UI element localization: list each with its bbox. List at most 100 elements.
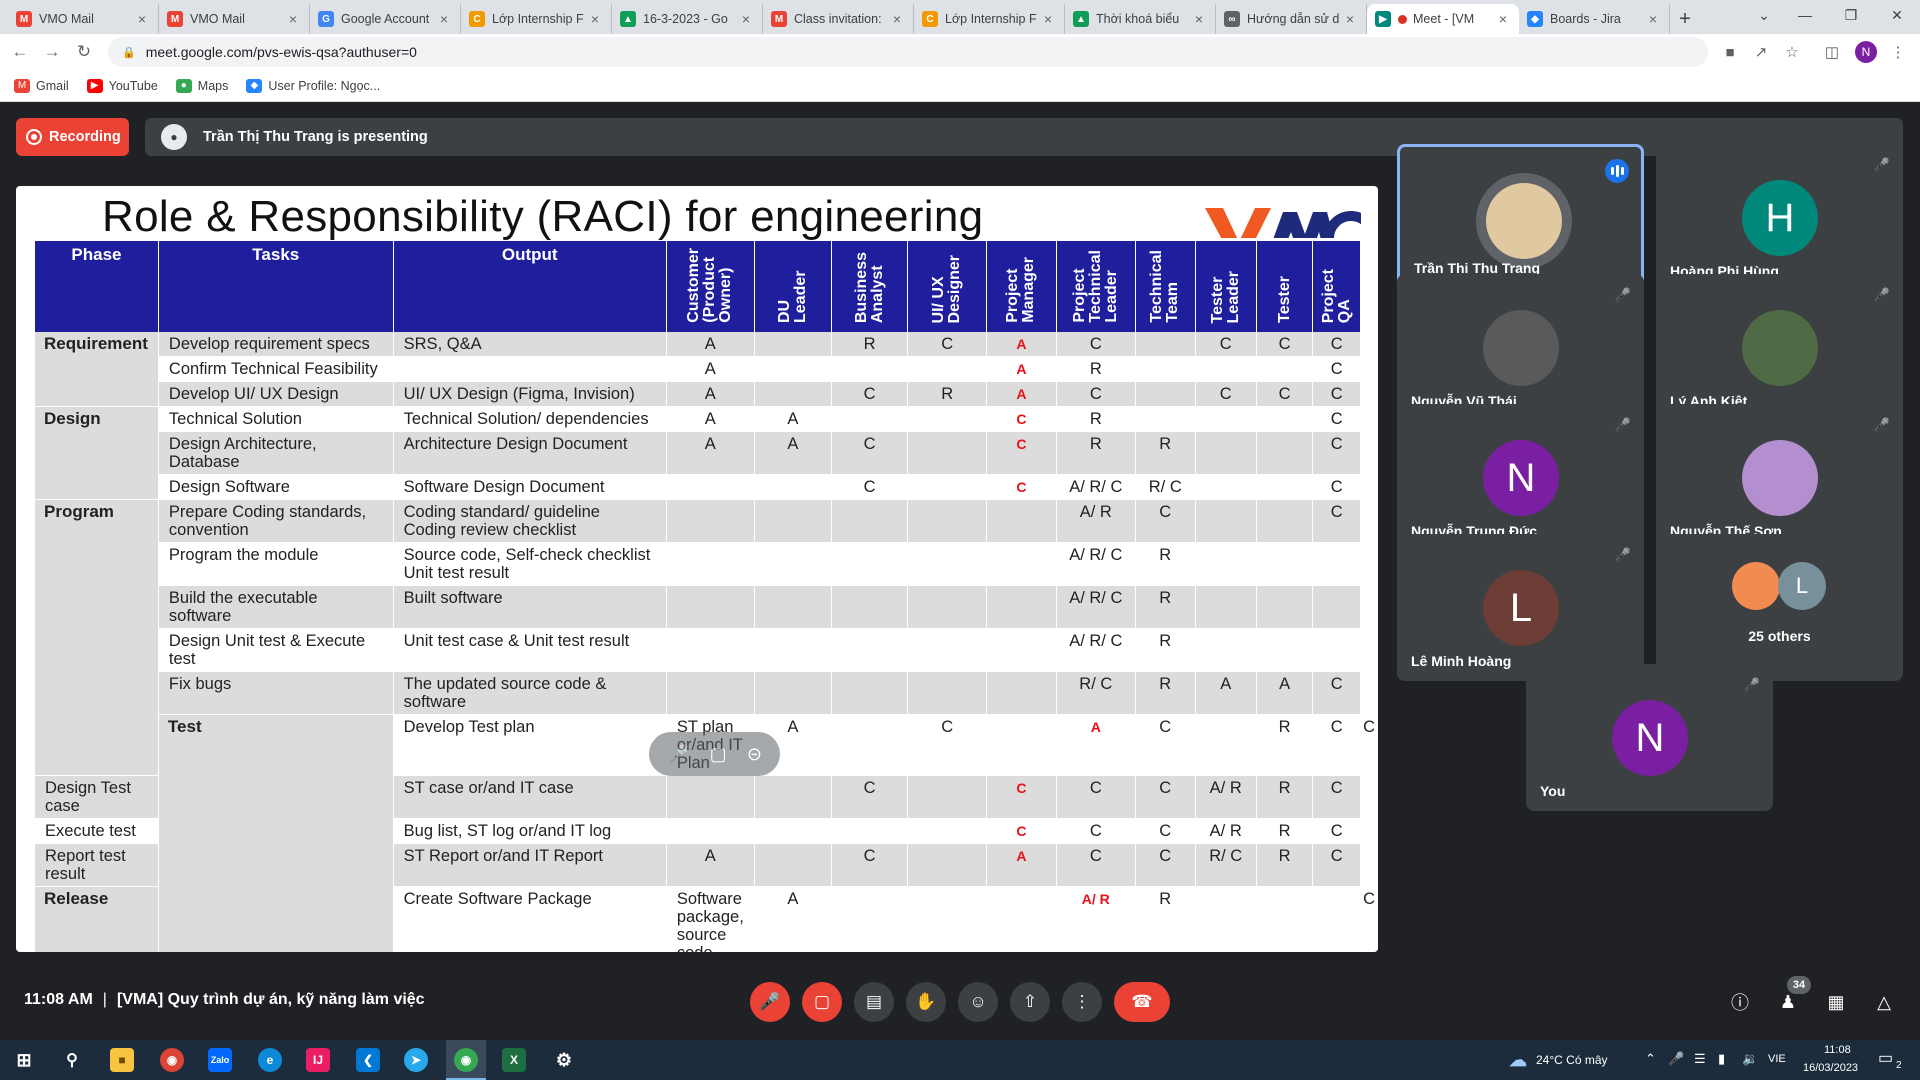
chrome-icon[interactable]: ◉ — [160, 1048, 184, 1072]
bookmark-item[interactable]: ◆ User Profile: Ngọc... — [246, 78, 380, 93]
tray-network-icon[interactable]: ☰ — [1694, 1051, 1706, 1067]
notification-center-icon[interactable]: ▭ — [1878, 1048, 1893, 1068]
browser-tab[interactable]: ∞ Hướng dẫn sử d × — [1216, 4, 1367, 34]
raci-cell: C — [1312, 843, 1362, 887]
captions-button[interactable]: ▤ — [854, 982, 894, 1022]
tray-overflow-icon[interactable]: ⌃ — [1645, 1051, 1656, 1067]
close-icon[interactable]: × — [285, 11, 301, 27]
tray-battery-icon[interactable]: ▮ — [1718, 1051, 1725, 1067]
mic-toggle-button[interactable]: 🎤 — [750, 982, 790, 1022]
forward-icon[interactable]: → — [36, 36, 68, 68]
search-icon[interactable]: ⚲ — [60, 1048, 84, 1072]
tray-mic-icon[interactable]: 🎤 — [1668, 1051, 1684, 1067]
reload-icon[interactable]: ↻ — [68, 36, 100, 68]
participant-tile[interactable]: L 25 others — [1656, 534, 1903, 681]
raci-cell — [831, 886, 909, 952]
raci-cell — [666, 585, 755, 629]
browser-tab[interactable]: C Lớp Internship F × — [914, 4, 1065, 34]
chrome-active-icon[interactable]: ◉ — [454, 1048, 478, 1072]
column-header: Tasks — [158, 241, 394, 332]
more-options-button[interactable]: ⋮ — [1062, 982, 1102, 1022]
participant-tile[interactable]: Trần Thị Thu Trang — [1397, 144, 1644, 291]
remove-icon[interactable]: ⊝ — [747, 744, 762, 765]
profile-avatar[interactable]: N — [1855, 41, 1877, 63]
zalo-icon[interactable]: Zalo — [208, 1048, 232, 1072]
bookmark-item[interactable]: M Gmail — [14, 78, 69, 93]
menu-icon[interactable]: ⋮ — [1888, 42, 1908, 62]
browser-tab[interactable]: M Class invitation: × — [763, 4, 914, 34]
close-icon[interactable]: × — [134, 11, 150, 27]
close-icon[interactable]: × — [1040, 11, 1056, 27]
recording-label: Recording — [49, 129, 121, 145]
raise-hand-button[interactable]: ✋ — [906, 982, 946, 1022]
new-tab-icon[interactable]: + — [1670, 4, 1700, 34]
excel-icon[interactable]: X — [502, 1048, 526, 1072]
participant-tile[interactable]: Nguyễn Thế Sơn 🎤 — [1656, 404, 1903, 551]
browser-tab[interactable]: M VMO Mail × — [8, 4, 159, 34]
bookmark-item[interactable]: ● Maps — [175, 78, 228, 93]
browser-tab[interactable]: G Google Account × — [310, 4, 461, 34]
windows-start-icon[interactable]: ⊞ — [12, 1048, 36, 1072]
camera-icon[interactable]: ■ — [1720, 42, 1740, 62]
participant-tile[interactable]: H Hoàng Phi Hùng 🎤 — [1656, 144, 1903, 291]
taskbar-time[interactable]: 11:08 — [1824, 1044, 1851, 1056]
tab-search-icon[interactable]: ⌄ — [1741, 0, 1787, 30]
participant-tile[interactable]: N You 🎤 — [1526, 664, 1773, 811]
close-icon[interactable]: × — [1191, 11, 1207, 27]
close-icon[interactable]: × — [436, 11, 452, 27]
file-explorer-icon[interactable]: ■ — [110, 1048, 134, 1072]
settings-gear-icon[interactable]: ⚙ — [552, 1048, 576, 1072]
activities-button[interactable]: △ — [1870, 988, 1898, 1016]
taskbar-date[interactable]: 16/03/2023 — [1803, 1062, 1858, 1074]
browser-tab[interactable]: C Lớp Internship F × — [461, 4, 612, 34]
mic-off-icon[interactable]: 🎤 — [667, 744, 689, 765]
raci-cell: C — [1312, 406, 1362, 432]
bookmark-star-icon[interactable]: ☆ — [1782, 42, 1802, 62]
address-bar[interactable]: 🔒 meet.google.com/pvs-ewis-qsa?authuser=… — [108, 37, 1708, 67]
close-icon[interactable]: × — [1495, 11, 1511, 27]
browser-tab[interactable]: ▶ Meet - [VM × — [1367, 4, 1519, 34]
reactions-button[interactable]: ☺ — [958, 982, 998, 1022]
edge-icon[interactable]: e — [258, 1048, 282, 1072]
share-icon[interactable]: ↗ — [1751, 42, 1771, 62]
leave-call-button[interactable]: ☎ — [1114, 982, 1170, 1022]
raci-cell: C — [1312, 818, 1362, 844]
window-close-icon[interactable]: ✕ — [1874, 0, 1920, 30]
side-panel-icon[interactable]: ◫ — [1822, 42, 1842, 62]
close-icon[interactable]: × — [738, 11, 754, 27]
minimize-icon[interactable]: — — [1782, 0, 1828, 30]
weather-cloud-icon[interactable]: ☁ — [1506, 1048, 1530, 1072]
close-icon[interactable]: × — [587, 11, 603, 27]
recording-badge[interactable]: Recording — [16, 118, 129, 156]
bookmark-item[interactable]: ▶ YouTube — [86, 78, 158, 93]
telegram-icon[interactable]: ➤ — [404, 1048, 428, 1072]
close-icon[interactable]: × — [1645, 11, 1661, 27]
participant-tile[interactable]: Lý Anh Kiệt 🎤 — [1656, 274, 1903, 421]
intellij-icon[interactable]: IJ — [306, 1048, 330, 1072]
presenter-mini-toolbar[interactable]: 🎤 ▢ ⊝ — [649, 732, 780, 776]
recording-icon — [26, 129, 42, 145]
raci-cell — [754, 818, 832, 844]
participant-tile[interactable]: N Nguyễn Trung Đức 🎤 — [1397, 404, 1644, 551]
participant-tile[interactable]: Nguyễn Vũ Thái 🎤 — [1397, 274, 1644, 421]
browser-tab[interactable]: ◆ Boards - Jira × — [1519, 4, 1670, 34]
close-icon[interactable]: × — [889, 11, 905, 27]
browser-tab[interactable]: M VMO Mail × — [159, 4, 310, 34]
present-button[interactable]: ⇧ — [1010, 982, 1050, 1022]
input-language[interactable]: VIE — [1768, 1053, 1786, 1065]
restore-icon[interactable]: ❐ — [1828, 0, 1874, 30]
browser-tab[interactable]: ▲ 16-3-2023 - Go × — [612, 4, 763, 34]
chat-button[interactable]: ▦ — [1822, 988, 1850, 1016]
close-icon[interactable]: × — [1342, 11, 1358, 27]
browser-tab[interactable]: ▲ Thời khoá biểu × — [1065, 4, 1216, 34]
column-header: Technical Team — [1135, 241, 1196, 332]
table-row: Requirement Develop requirement specs SRS,… — [35, 332, 1378, 407]
camera-toggle-button[interactable]: ▢ — [802, 982, 842, 1022]
weather-text[interactable]: 24°C Có mây — [1536, 1053, 1608, 1067]
vscode-icon[interactable]: ❮ — [356, 1048, 380, 1072]
meeting-details-button[interactable]: ⓘ — [1726, 988, 1754, 1016]
participant-tile[interactable]: L Lê Minh Hoàng 🎤 — [1397, 534, 1644, 681]
tray-volume-icon[interactable]: 🔉 — [1742, 1051, 1758, 1067]
camera-off-icon[interactable]: ▢ — [710, 744, 727, 765]
back-icon[interactable]: ← — [4, 36, 36, 68]
